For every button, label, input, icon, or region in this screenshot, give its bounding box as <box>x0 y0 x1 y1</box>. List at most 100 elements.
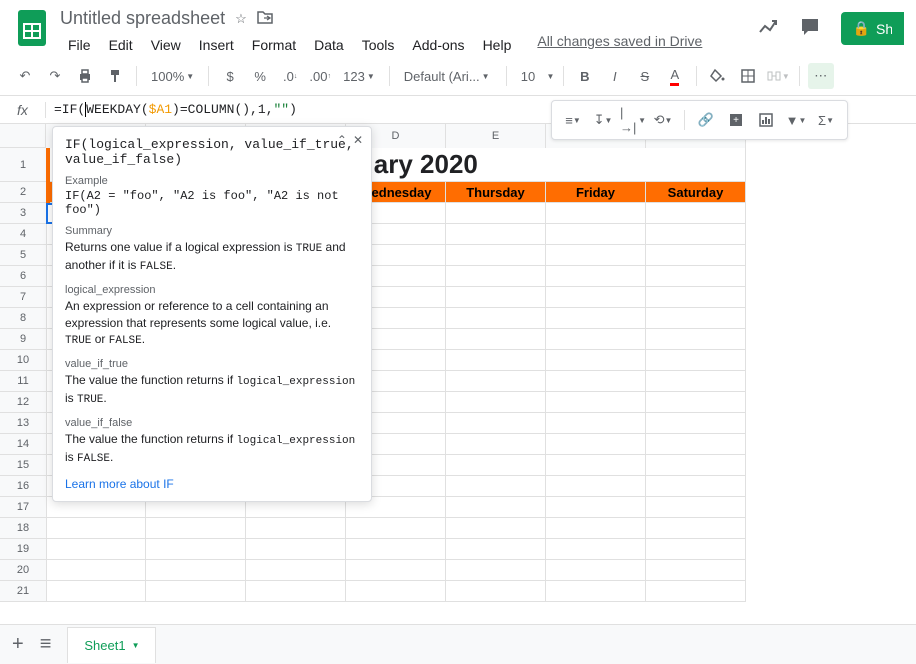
row-header[interactable]: 11 <box>0 371 46 392</box>
row-header[interactable]: 9 <box>0 329 46 350</box>
fill-color-button[interactable] <box>705 63 731 89</box>
add-sheet-button[interactable]: + <box>12 633 24 656</box>
row-header[interactable]: 12 <box>0 392 46 413</box>
vertical-align-button[interactable]: ↧▼ <box>590 107 616 133</box>
row-header[interactable]: 20 <box>0 560 46 581</box>
cell[interactable] <box>546 329 646 350</box>
cell[interactable] <box>446 413 546 434</box>
cell[interactable] <box>446 245 546 266</box>
cell[interactable] <box>646 203 746 224</box>
sheet-tab-active[interactable]: Sheet1 ▼ <box>67 627 156 663</box>
day-header[interactable]: Friday <box>546 182 646 203</box>
font-size-select[interactable]: 10 ▼ <box>515 69 555 84</box>
cell[interactable] <box>446 476 546 497</box>
row-header[interactable]: 15 <box>0 455 46 476</box>
cell[interactable] <box>346 560 446 581</box>
row-header[interactable]: 3 <box>0 203 46 224</box>
close-icon[interactable]: ✕ <box>353 133 363 147</box>
redo-button[interactable]: ↷ <box>42 63 68 89</box>
all-sheets-button[interactable]: ≡ <box>40 633 52 656</box>
cell[interactable] <box>446 455 546 476</box>
row-header[interactable]: 18 <box>0 518 46 539</box>
cell[interactable] <box>646 581 746 602</box>
row-header[interactable]: 5 <box>0 245 46 266</box>
row-header[interactable]: 21 <box>0 581 46 602</box>
document-title[interactable]: Untitled spreadsheet <box>60 8 225 29</box>
cell[interactable] <box>146 539 246 560</box>
cell[interactable] <box>546 434 646 455</box>
cell[interactable] <box>546 413 646 434</box>
cell[interactable] <box>446 497 546 518</box>
cell[interactable] <box>546 476 646 497</box>
row-header[interactable]: 16 <box>0 476 46 497</box>
col-header[interactable]: E <box>446 124 546 148</box>
font-select[interactable]: Default (Ari...▼ <box>398 69 498 84</box>
cell[interactable] <box>646 371 746 392</box>
decrease-decimal-button[interactable]: .0↓ <box>277 63 303 89</box>
undo-button[interactable]: ↶ <box>12 63 38 89</box>
cell[interactable] <box>446 287 546 308</box>
comments-icon[interactable] <box>799 16 821 41</box>
more-toolbar-button[interactable]: ⋯ <box>808 63 834 89</box>
cell[interactable] <box>446 350 546 371</box>
cell[interactable] <box>446 266 546 287</box>
cell[interactable] <box>546 266 646 287</box>
row-header[interactable]: 10 <box>0 350 46 371</box>
cell[interactable] <box>646 329 746 350</box>
star-icon[interactable]: ☆ <box>235 11 247 27</box>
save-status-link[interactable]: All changes saved in Drive <box>537 33 702 57</box>
cell[interactable] <box>546 455 646 476</box>
sheets-logo[interactable] <box>12 8 52 48</box>
row-header[interactable]: 8 <box>0 308 46 329</box>
cell[interactable] <box>646 224 746 245</box>
insert-link-button[interactable]: 🔗 <box>693 107 719 133</box>
cell[interactable] <box>646 497 746 518</box>
menu-view[interactable]: View <box>143 33 189 57</box>
menu-data[interactable]: Data <box>306 33 352 57</box>
cell[interactable] <box>546 224 646 245</box>
cell[interactable] <box>346 539 446 560</box>
learn-more-link[interactable]: Learn more about IF <box>65 477 359 491</box>
cell[interactable] <box>446 518 546 539</box>
print-button[interactable] <box>72 63 98 89</box>
bold-button[interactable]: B <box>572 63 598 89</box>
cell[interactable] <box>646 245 746 266</box>
cell[interactable] <box>146 581 246 602</box>
text-wrap-button[interactable]: |→|▼ <box>620 107 646 133</box>
cell[interactable] <box>46 539 146 560</box>
cell[interactable] <box>246 581 346 602</box>
cell[interactable] <box>246 560 346 581</box>
more-formats-button[interactable]: 123▼ <box>337 69 381 84</box>
cell[interactable] <box>646 287 746 308</box>
cell[interactable] <box>246 539 346 560</box>
cell[interactable] <box>646 266 746 287</box>
select-all-corner[interactable] <box>0 124 46 148</box>
insert-chart-button[interactable] <box>753 107 779 133</box>
borders-button[interactable] <box>735 63 761 89</box>
increase-decimal-button[interactable]: .00↑ <box>307 63 333 89</box>
functions-button[interactable]: Σ▼ <box>813 107 839 133</box>
cell[interactable] <box>346 581 446 602</box>
cell[interactable] <box>446 581 546 602</box>
menu-help[interactable]: Help <box>475 33 520 57</box>
zoom-select[interactable]: 100%▼ <box>145 69 200 84</box>
cell[interactable] <box>546 518 646 539</box>
percent-button[interactable]: % <box>247 63 273 89</box>
sheet-menu-icon[interactable]: ▼ <box>132 641 140 650</box>
cell[interactable] <box>546 539 646 560</box>
strikethrough-button[interactable]: S <box>632 63 658 89</box>
cell[interactable] <box>46 560 146 581</box>
cell[interactable] <box>646 350 746 371</box>
cell[interactable] <box>446 203 546 224</box>
row-header[interactable]: 4 <box>0 224 46 245</box>
currency-button[interactable]: $ <box>217 63 243 89</box>
insert-comment-button[interactable]: + <box>723 107 749 133</box>
cell[interactable] <box>146 518 246 539</box>
cell[interactable] <box>646 392 746 413</box>
cell[interactable] <box>446 560 546 581</box>
menu-insert[interactable]: Insert <box>191 33 242 57</box>
menu-file[interactable]: File <box>60 33 99 57</box>
cell[interactable] <box>546 308 646 329</box>
cell[interactable] <box>546 287 646 308</box>
row-header[interactable]: 2 <box>0 182 46 203</box>
